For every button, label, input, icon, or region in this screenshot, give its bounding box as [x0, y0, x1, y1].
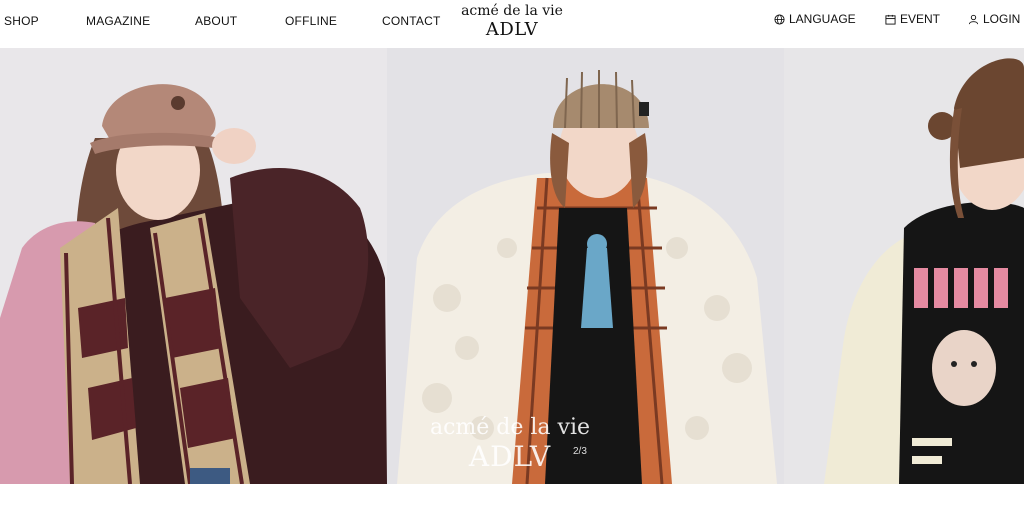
carousel-pager: 2/3	[573, 446, 587, 457]
brand-name: acmé de la vie	[461, 3, 563, 19]
brand-abbr: ADLV	[485, 19, 539, 40]
nav-offline[interactable]: OFFLINE	[285, 14, 337, 28]
nav-magazine[interactable]: MAGAZINE	[86, 14, 150, 28]
login-label: LOGIN	[983, 12, 1021, 26]
nav-contact[interactable]: CONTACT	[382, 14, 441, 28]
hero-carousel[interactable]: acmé de la vie ADLV 2/3	[0, 48, 1024, 484]
globe-icon	[774, 13, 785, 25]
hero-photo-1	[0, 48, 387, 484]
language-selector[interactable]: LANGUAGE	[774, 12, 856, 26]
calendar-icon	[885, 14, 896, 25]
overlay-brand-name: acmé de la vie	[429, 415, 591, 440]
overlay-brand-abbr: ADLV	[468, 440, 552, 473]
language-label: LANGUAGE	[789, 12, 856, 26]
login-link[interactable]: LOGIN	[968, 12, 1020, 26]
hero-overlay-logo: acmé de la vie ADLV	[400, 416, 620, 472]
nav-shop[interactable]: SHOP	[4, 14, 39, 28]
brand-logo[interactable]: acmé de la vie ADLV	[437, 2, 587, 40]
user-icon	[968, 14, 979, 24]
nav-about[interactable]: ABOUT	[195, 14, 237, 28]
site-header: SHOP MAGAZINE ABOUT OFFLINE CONTACT acmé…	[0, 0, 1024, 46]
event-label: EVENT	[900, 12, 941, 26]
hero-photo-3	[784, 48, 1024, 484]
event-link[interactable]: EVENT	[885, 12, 940, 26]
